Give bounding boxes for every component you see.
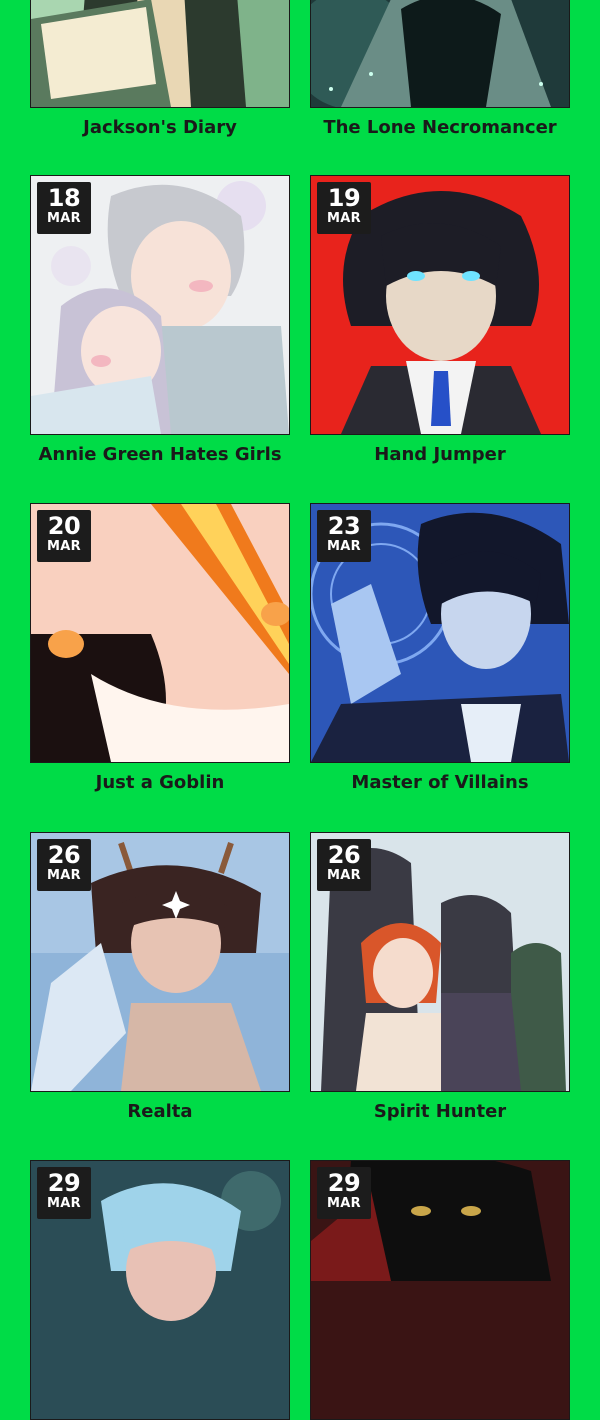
cover-art [311, 0, 569, 107]
card-title[interactable]: Just a Goblin [20, 771, 300, 795]
cover-thumbnail[interactable]: 29 MAR [310, 1160, 570, 1420]
release-date-badge: 18 MAR [37, 182, 91, 234]
cover-thumbnail[interactable] [310, 0, 570, 108]
cover-thumbnail[interactable]: 23 MAR [310, 503, 570, 763]
cover-thumbnail[interactable] [30, 0, 290, 108]
cover-thumbnail[interactable]: 18 MAR [30, 175, 290, 435]
card-title[interactable]: Hand Jumper [300, 443, 580, 467]
release-day: 18 [47, 184, 81, 212]
release-month: MAR [327, 211, 361, 226]
release-month: MAR [47, 539, 81, 554]
card-title[interactable]: Annie Green Hates Girls [20, 443, 300, 467]
release-month: MAR [327, 539, 361, 554]
release-date-badge: 23 MAR [317, 510, 371, 562]
release-month: MAR [47, 211, 81, 226]
release-month: MAR [327, 868, 361, 883]
card-title[interactable]: Jackson's Diary [20, 116, 300, 140]
release-date-badge: 29 MAR [317, 1167, 371, 1219]
release-month: MAR [327, 1196, 361, 1211]
release-day: 20 [47, 512, 81, 540]
release-month: MAR [47, 868, 81, 883]
cover-thumbnail[interactable]: 26 MAR [310, 832, 570, 1092]
release-day: 26 [327, 841, 361, 869]
release-date-badge: 20 MAR [37, 510, 91, 562]
release-date-badge: 26 MAR [317, 839, 371, 891]
release-day: 26 [47, 841, 81, 869]
cover-thumbnail[interactable]: 29 MAR [30, 1160, 290, 1420]
release-day: 23 [327, 512, 361, 540]
cover-thumbnail[interactable]: 19 MAR [310, 175, 570, 435]
release-date-badge: 29 MAR [37, 1167, 91, 1219]
card-title[interactable]: The Lone Necromancer [300, 116, 580, 140]
cover-art [31, 0, 289, 107]
release-date-badge: 26 MAR [37, 839, 91, 891]
card-title[interactable]: Realta [20, 1100, 300, 1124]
cover-thumbnail[interactable]: 26 MAR [30, 832, 290, 1092]
release-day: 29 [327, 1169, 361, 1197]
card-title[interactable]: Master of Villains [300, 771, 580, 795]
release-day: 29 [47, 1169, 81, 1197]
release-month: MAR [47, 1196, 81, 1211]
release-date-badge: 19 MAR [317, 182, 371, 234]
release-day: 19 [327, 184, 361, 212]
cover-thumbnail[interactable]: 20 MAR [30, 503, 290, 763]
card-title[interactable]: Spirit Hunter [300, 1100, 580, 1124]
